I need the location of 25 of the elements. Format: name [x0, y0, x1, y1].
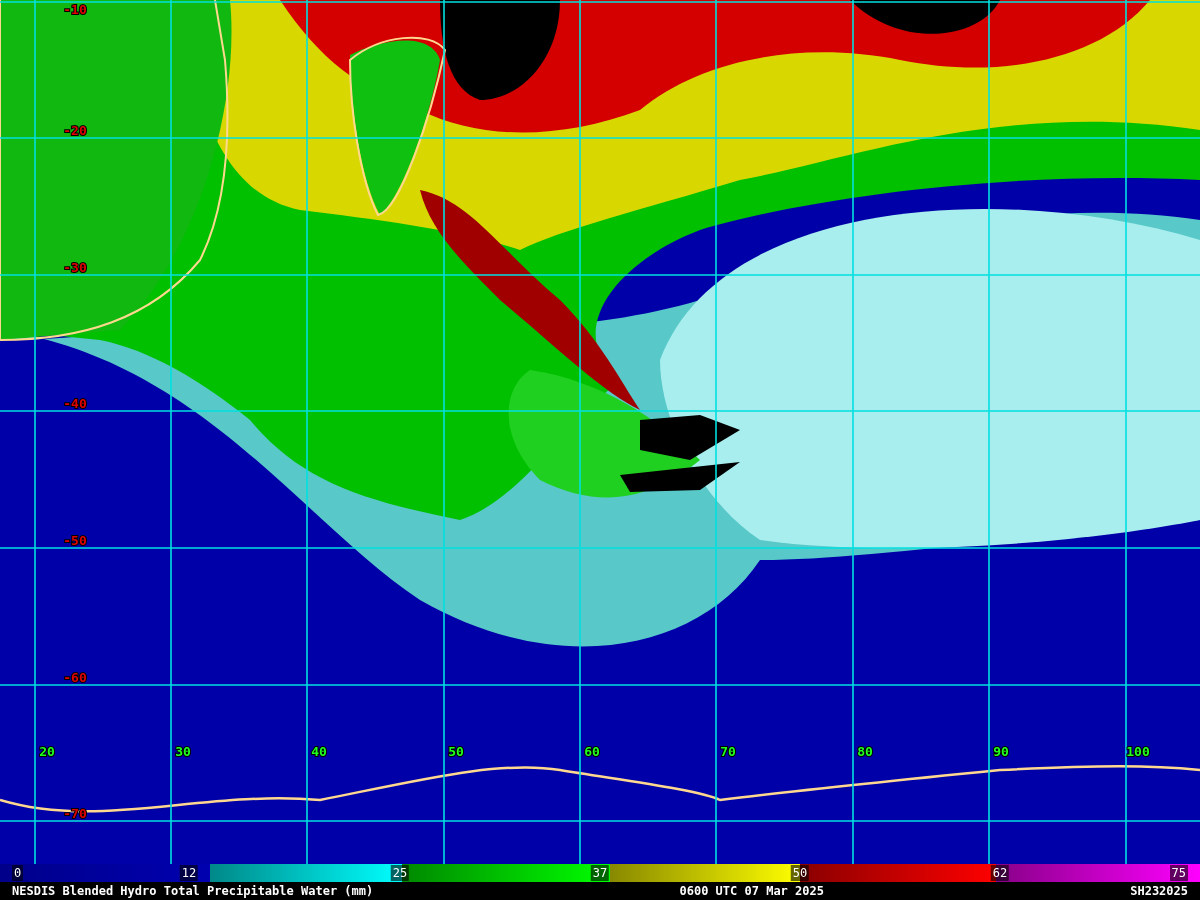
- longitude-label: 20: [39, 744, 55, 759]
- longitude-label: 30: [175, 744, 191, 759]
- timestamp: 0600 UTC 07 Mar 2025: [679, 883, 824, 900]
- longitude-label: 90: [993, 744, 1009, 759]
- latitude-label: -40: [63, 396, 87, 411]
- scale-tick-label: 75: [1169, 865, 1188, 881]
- longitude-label: 40: [311, 744, 327, 759]
- scale-tick-label: 25: [390, 865, 410, 881]
- longitude-label: 100: [1126, 744, 1150, 759]
- scale-tick-label: 12: [179, 865, 199, 881]
- longitude-label: 50: [448, 744, 464, 759]
- storm-id: SH232025: [1130, 883, 1188, 900]
- product-title: NESDIS Blended Hydro Total Precipitable Water (mm): [12, 883, 374, 900]
- longitude-label: 80: [857, 744, 873, 759]
- scale-tick-label: 50: [790, 865, 810, 881]
- latitude-label: -60: [63, 670, 87, 685]
- latitude-label: -30: [63, 260, 87, 275]
- scale-tick-label: 37: [590, 865, 610, 881]
- latitude-label: -20: [63, 123, 87, 138]
- longitude-label: 60: [584, 744, 600, 759]
- scale-tick-label: 62: [990, 865, 1010, 881]
- scale-tick-label: 0: [12, 865, 24, 881]
- latitude-label: -10: [63, 2, 87, 17]
- latitude-label: -50: [63, 533, 87, 548]
- longitude-label: 70: [720, 744, 736, 759]
